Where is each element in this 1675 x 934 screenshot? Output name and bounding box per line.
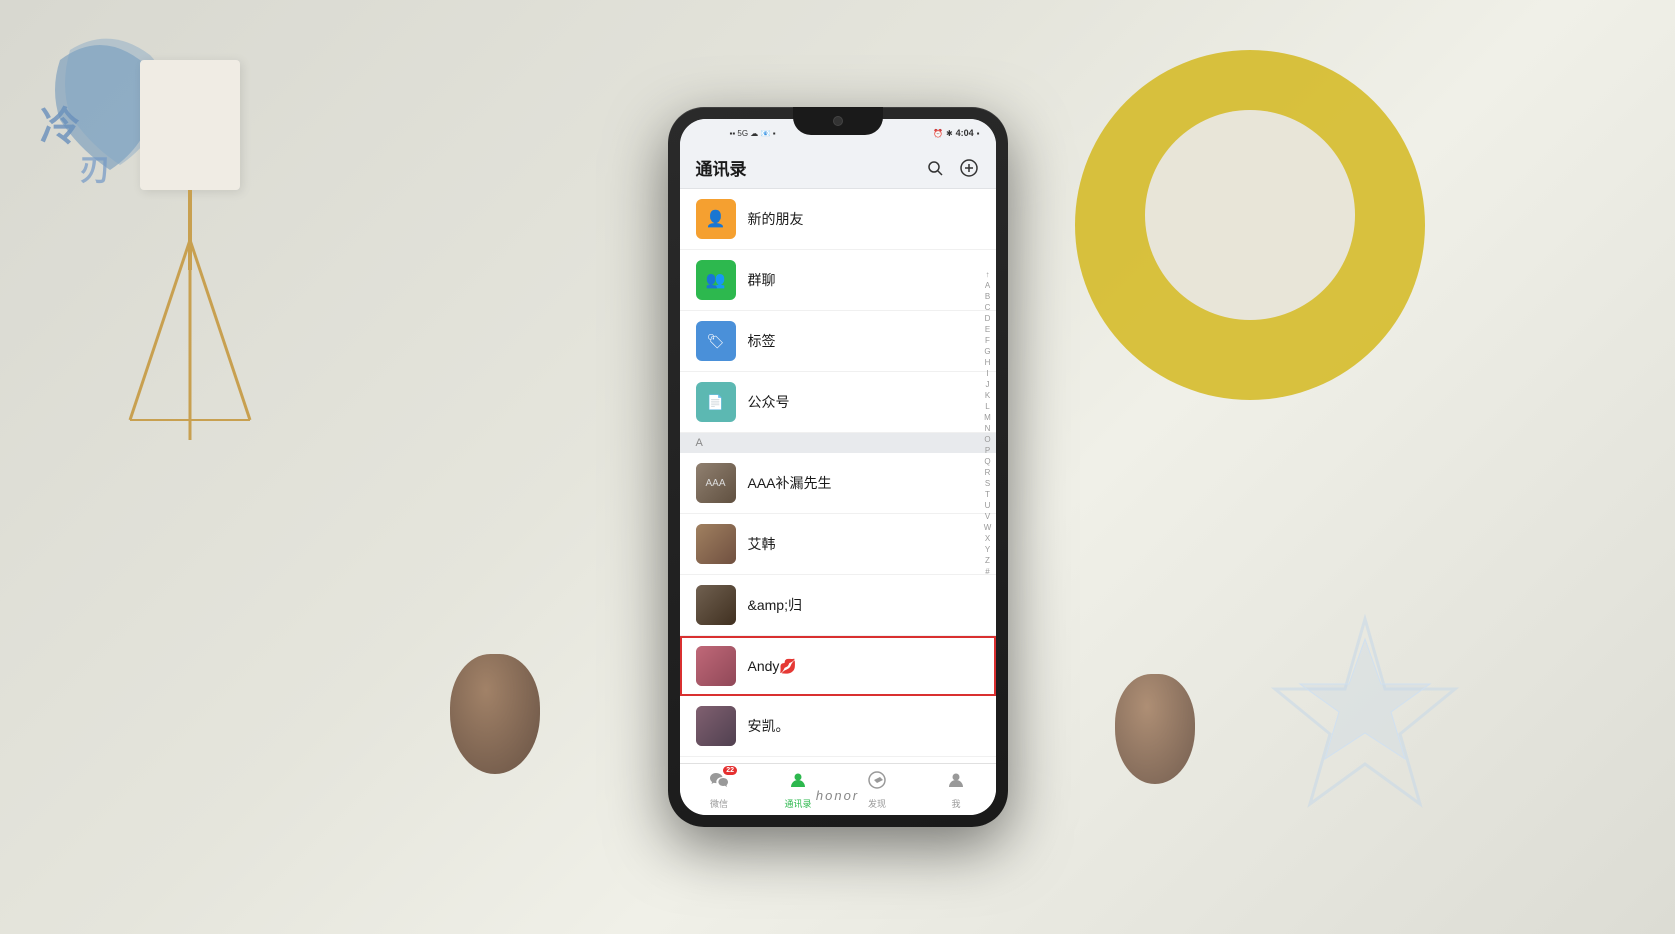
alpha-b[interactable]: B xyxy=(982,291,994,302)
pinecone-left xyxy=(450,654,540,774)
alpha-s[interactable]: S xyxy=(982,478,994,489)
alpha-p[interactable]: P xyxy=(982,445,994,456)
nav-me[interactable]: 我 xyxy=(917,770,996,810)
status-right: ⏰ ✱ 4:04 ▪ xyxy=(933,128,980,138)
contact-amp[interactable]: &amp;归 xyxy=(680,575,996,636)
alpha-g[interactable]: G xyxy=(982,346,994,357)
phone-camera xyxy=(833,116,843,126)
contacts-icon xyxy=(788,770,808,795)
alphabet-index: ↑ A B C D E F G H I J K L M N O P xyxy=(982,269,994,577)
nav-contacts-label: 通讯录 xyxy=(784,797,811,810)
group-chat-label: 群聊 xyxy=(748,270,776,290)
svg-text:冷: 冷 xyxy=(40,104,80,149)
alpha-r[interactable]: R xyxy=(982,467,994,478)
official-avatar: 📄 xyxy=(696,382,736,422)
alpha-z[interactable]: Z xyxy=(982,555,994,566)
contact-amp-name: &amp;归 xyxy=(748,595,802,615)
contact-andy-name: Andy💋 xyxy=(748,658,797,675)
contact-ai-name: 艾韩 xyxy=(748,534,776,554)
battery-icon: ▪ xyxy=(977,129,980,138)
bluetooth-icon: ✱ xyxy=(946,129,953,138)
alpha-u[interactable]: U xyxy=(982,500,994,511)
alpha-y[interactable]: Y xyxy=(982,544,994,555)
contact-list: 👤 新的朋友 👥 群聊 🏷 标签 xyxy=(680,189,996,775)
alpha-j[interactable]: J xyxy=(982,379,994,390)
pinecone-right xyxy=(1115,674,1195,784)
new-friends-item[interactable]: 👤 新的朋友 xyxy=(680,189,996,250)
alpha-e[interactable]: E xyxy=(982,324,994,335)
contact-ankai-name: 安凯。 xyxy=(748,716,790,736)
new-friends-label: 新的朋友 xyxy=(748,209,804,229)
alpha-t[interactable]: T xyxy=(982,489,994,500)
contact-ankai[interactable]: 安凯。 xyxy=(680,696,996,757)
alpha-l[interactable]: L xyxy=(982,401,994,412)
app-header: 通讯录 xyxy=(680,147,996,189)
alpha-n[interactable]: N xyxy=(982,423,994,434)
contact-aaa-avatar: AAA xyxy=(696,463,736,503)
contact-andy[interactable]: Andy💋 xyxy=(680,636,996,696)
alpha-k[interactable]: K xyxy=(982,390,994,401)
discover-icon xyxy=(867,770,887,795)
new-friends-avatar: 👤 xyxy=(696,199,736,239)
contact-amp-avatar xyxy=(696,585,736,625)
alpha-v[interactable]: V xyxy=(982,511,994,522)
official-label: 公众号 xyxy=(748,392,790,412)
weixin-badge: 22 xyxy=(723,766,737,775)
star-decoration xyxy=(1255,609,1475,834)
alpha-hash[interactable]: # xyxy=(982,566,994,577)
alpha-d[interactable]: D xyxy=(982,313,994,324)
nav-discover-label: 发现 xyxy=(868,797,886,810)
nav-me-label: 我 xyxy=(951,797,960,810)
add-contact-button[interactable] xyxy=(958,157,980,179)
contact-ai-avatar xyxy=(696,524,736,564)
contact-aaa-name: AAA补漏先生 xyxy=(748,473,832,493)
phone-body: ▪▪ 5G ☁ 📧 ▪ ⏰ ✱ 4:04 ▪ 通讯录 xyxy=(668,107,1008,827)
tags-item[interactable]: 🏷 标签 xyxy=(680,311,996,372)
status-time: 4:04 xyxy=(956,128,974,138)
svg-text:刃: 刃 xyxy=(80,154,110,187)
contact-ai[interactable]: 艾韩 xyxy=(680,514,996,575)
contact-ankai-avatar xyxy=(696,706,736,746)
header-icons xyxy=(924,157,980,179)
me-icon xyxy=(946,770,966,795)
group-chat-avatar: 👥 xyxy=(696,260,736,300)
alarm-icon: ⏰ xyxy=(933,129,943,138)
alpha-i[interactable]: I xyxy=(982,368,994,379)
contact-andy-avatar xyxy=(696,646,736,686)
signal-icons: ▪▪ 5G ☁ 📧 ▪ xyxy=(730,129,776,138)
search-button[interactable] xyxy=(924,157,946,179)
alpha-x[interactable]: X xyxy=(982,533,994,544)
app-title: 通讯录 xyxy=(696,155,747,180)
phone: ▪▪ 5G ☁ 📧 ▪ ⏰ ✱ 4:04 ▪ 通讯录 xyxy=(668,107,1008,827)
tags-label: 标签 xyxy=(748,331,776,351)
alpha-f[interactable]: F xyxy=(982,335,994,346)
status-left: ▪▪ 5G ☁ 📧 ▪ xyxy=(730,129,776,138)
phone-screen: ▪▪ 5G ☁ 📧 ▪ ⏰ ✱ 4:04 ▪ 通讯录 xyxy=(680,119,996,815)
alpha-c[interactable]: C xyxy=(982,302,994,313)
weixin-icon: 22 xyxy=(709,770,729,795)
nav-weixin[interactable]: 22 微信 xyxy=(680,770,759,810)
alpha-w[interactable]: W xyxy=(982,522,994,533)
nav-weixin-label: 微信 xyxy=(710,797,728,810)
tags-avatar: 🏷 xyxy=(696,321,736,361)
lamp-decoration xyxy=(140,60,240,270)
honor-brand: honor xyxy=(816,788,859,803)
section-header-a: A xyxy=(680,433,996,453)
phone-notch xyxy=(793,107,883,135)
alpha-h[interactable]: H xyxy=(982,357,994,368)
yellow-circle-inner xyxy=(1145,110,1355,320)
group-chat-item[interactable]: 👥 群聊 xyxy=(680,250,996,311)
alpha-up[interactable]: ↑ xyxy=(982,269,994,280)
alpha-o[interactable]: O xyxy=(982,434,994,445)
alpha-q[interactable]: Q xyxy=(982,456,994,467)
alpha-m[interactable]: M xyxy=(982,412,994,423)
alpha-a[interactable]: A xyxy=(982,280,994,291)
official-account-item[interactable]: 📄 公众号 xyxy=(680,372,996,433)
contact-aaa[interactable]: AAA AAA补漏先生 xyxy=(680,453,996,514)
